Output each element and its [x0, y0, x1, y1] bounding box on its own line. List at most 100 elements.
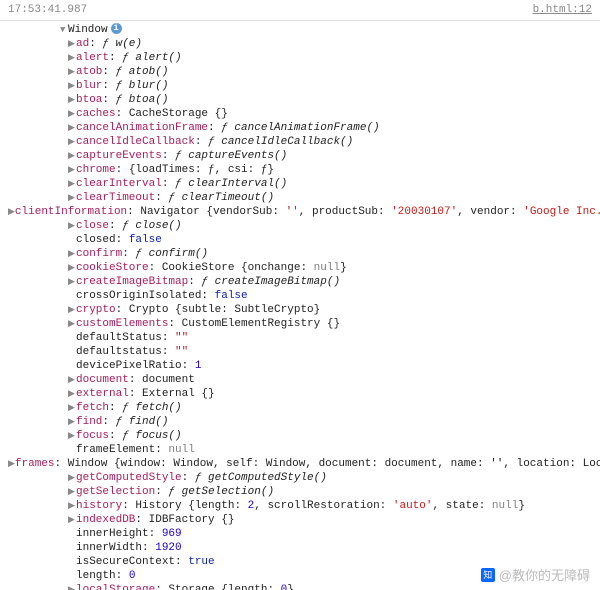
property-key: clearTimeout [76, 191, 155, 205]
watermark: 知 @教你的无障碍 [481, 565, 590, 584]
property-key: close [76, 219, 109, 233]
property-value: CookieStore {onchange: null} [162, 261, 347, 275]
property-key: clientInformation [15, 205, 127, 219]
expand-arrow-right-icon[interactable]: ▶ [68, 513, 76, 527]
expand-arrow-right-icon[interactable]: ▶ [68, 107, 76, 121]
property-row[interactable]: ▶crypto: Crypto {subtle: SubtleCrypto} [6, 303, 600, 317]
expand-arrow-right-icon[interactable]: ▶ [68, 247, 76, 261]
property-row[interactable]: ▶find: ƒ find() [6, 415, 600, 429]
expand-arrow-right-icon[interactable]: ▶ [68, 191, 76, 205]
property-value: false [215, 289, 248, 303]
expand-arrow-right-icon[interactable]: ▶ [68, 135, 76, 149]
property-key: confirm [76, 247, 122, 261]
property-value: null [168, 443, 194, 457]
expand-arrow-right-icon[interactable]: ▶ [68, 65, 76, 79]
expand-arrow-right-icon[interactable]: ▶ [68, 303, 76, 317]
expand-arrow-right-icon[interactable]: ▶ [68, 583, 76, 590]
expand-arrow-right-icon[interactable]: ▶ [68, 401, 76, 415]
property-row[interactable]: ▶blur: ƒ blur() [6, 79, 600, 93]
expand-arrow-right-icon[interactable]: ▶ [68, 93, 76, 107]
property-value: Storage {length: 0} [168, 583, 293, 590]
expand-arrow-right-icon[interactable]: ▶ [8, 457, 15, 471]
property-row[interactable]: ▶cancelIdleCallback: ƒ cancelIdleCallbac… [6, 135, 600, 149]
property-value: ƒ btoa() [116, 93, 169, 107]
property-row[interactable]: ▶getSelection: ƒ getSelection() [6, 485, 600, 499]
property-key: defaultstatus [76, 345, 162, 359]
expand-arrow-right-icon[interactable]: ▶ [68, 261, 76, 275]
property-key: ad [76, 37, 89, 51]
property-row[interactable]: ▶focus: ƒ focus() [6, 429, 600, 443]
property-row[interactable]: ▶history: History {length: 2, scrollRest… [6, 499, 600, 513]
expand-arrow-right-icon[interactable]: ▶ [68, 37, 76, 51]
property-row[interactable]: ▶external: External {} [6, 387, 600, 401]
property-row[interactable]: ▶getComputedStyle: ƒ getComputedStyle() [6, 471, 600, 485]
property-row[interactable]: ▶close: ƒ close() [6, 219, 600, 233]
property-key: localStorage [76, 583, 155, 590]
property-value: History {length: 2, scrollRestoration: '… [135, 499, 525, 513]
property-key: closed [76, 233, 116, 247]
property-value: CustomElementRegistry {} [182, 317, 340, 331]
expand-arrow-right-icon[interactable]: ▶ [68, 387, 76, 401]
property-row[interactable]: ▶caches: CacheStorage {} [6, 107, 600, 121]
property-row[interactable]: ▶frames: Window {window: Window, self: W… [6, 457, 600, 471]
expand-arrow-right-icon[interactable]: ▶ [68, 317, 76, 331]
expand-arrow-right-icon[interactable]: ▶ [68, 177, 76, 191]
property-key: createImageBitmap [76, 275, 188, 289]
console-header: 17:53:41.987 b.html:12 [0, 0, 600, 21]
property-row[interactable]: ▶cookieStore: CookieStore {onchange: nul… [6, 261, 600, 275]
zhihu-logo-icon: 知 [481, 568, 495, 582]
expand-arrow-right-icon[interactable]: ▶ [68, 499, 76, 513]
property-value: "" [175, 345, 188, 359]
expand-arrow-right-icon[interactable]: ▶ [68, 373, 76, 387]
expand-arrow-right-icon[interactable]: ▶ [8, 205, 15, 219]
property-value: ƒ cancelIdleCallback() [208, 135, 353, 149]
property-row[interactable]: ▶confirm: ƒ confirm() [6, 247, 600, 261]
property-key: frameElement [76, 443, 155, 457]
expand-arrow-right-icon[interactable]: ▶ [68, 415, 76, 429]
property-row[interactable]: ▶ad: ƒ w(e) [6, 37, 600, 51]
property-key: devicePixelRatio [76, 359, 182, 373]
property-row[interactable]: ▶customElements: CustomElementRegistry {… [6, 317, 600, 331]
property-value: ƒ close() [122, 219, 181, 233]
expand-arrow-right-icon[interactable]: ▶ [68, 219, 76, 233]
source-link[interactable]: b.html:12 [533, 4, 592, 16]
property-row[interactable]: ▶document: document [6, 373, 600, 387]
property-row[interactable]: ▶alert: ƒ alert() [6, 51, 600, 65]
property-value: IDBFactory {} [149, 513, 235, 527]
property-value: ƒ cancelAnimationFrame() [221, 121, 379, 135]
property-row[interactable]: ▶indexedDB: IDBFactory {} [6, 513, 600, 527]
property-value: {loadTimes: ƒ, csi: ƒ} [129, 163, 274, 177]
property-row[interactable]: ▶clearTimeout: ƒ clearTimeout() [6, 191, 600, 205]
property-row[interactable]: ▶localStorage: Storage {length: 0} [6, 583, 600, 590]
root-row[interactable]: ▼ Window i [6, 23, 600, 37]
property-key: customElements [76, 317, 168, 331]
expand-arrow-right-icon[interactable]: ▶ [68, 471, 76, 485]
info-icon[interactable]: i [111, 23, 122, 34]
property-row[interactable]: ▶cancelAnimationFrame: ƒ cancelAnimation… [6, 121, 600, 135]
property-value: ƒ focus() [122, 429, 181, 443]
property-row[interactable]: ▶chrome: {loadTimes: ƒ, csi: ƒ} [6, 163, 600, 177]
property-row[interactable]: ▶clientInformation: Navigator {vendorSub… [6, 205, 600, 219]
expand-arrow-right-icon[interactable]: ▶ [68, 429, 76, 443]
property-value: ƒ blur() [116, 79, 169, 93]
property-value: ƒ find() [116, 415, 169, 429]
expand-arrow-right-icon[interactable]: ▶ [68, 163, 76, 177]
property-row[interactable]: ▶atob: ƒ atob() [6, 65, 600, 79]
expand-arrow-right-icon[interactable]: ▶ [68, 275, 76, 289]
expand-arrow-down-icon[interactable]: ▼ [60, 23, 68, 37]
expand-arrow-right-icon[interactable]: ▶ [68, 485, 76, 499]
expand-arrow-right-icon[interactable]: ▶ [68, 79, 76, 93]
property-key: crossOriginIsolated [76, 289, 201, 303]
property-row[interactable]: ▶createImageBitmap: ƒ createImageBitmap(… [6, 275, 600, 289]
property-row[interactable]: ▶btoa: ƒ btoa() [6, 93, 600, 107]
property-value: Crypto {subtle: SubtleCrypto} [129, 303, 320, 317]
property-row[interactable]: ▶clearInterval: ƒ clearInterval() [6, 177, 600, 191]
expand-arrow-right-icon[interactable]: ▶ [68, 51, 76, 65]
property-row[interactable]: ▶fetch: ƒ fetch() [6, 401, 600, 415]
expand-arrow-right-icon[interactable]: ▶ [68, 121, 76, 135]
property-value: 0 [129, 569, 136, 583]
property-value: ƒ atob() [116, 65, 169, 79]
property-row[interactable]: ▶captureEvents: ƒ captureEvents() [6, 149, 600, 163]
property-key: cookieStore [76, 261, 149, 275]
expand-arrow-right-icon[interactable]: ▶ [68, 149, 76, 163]
